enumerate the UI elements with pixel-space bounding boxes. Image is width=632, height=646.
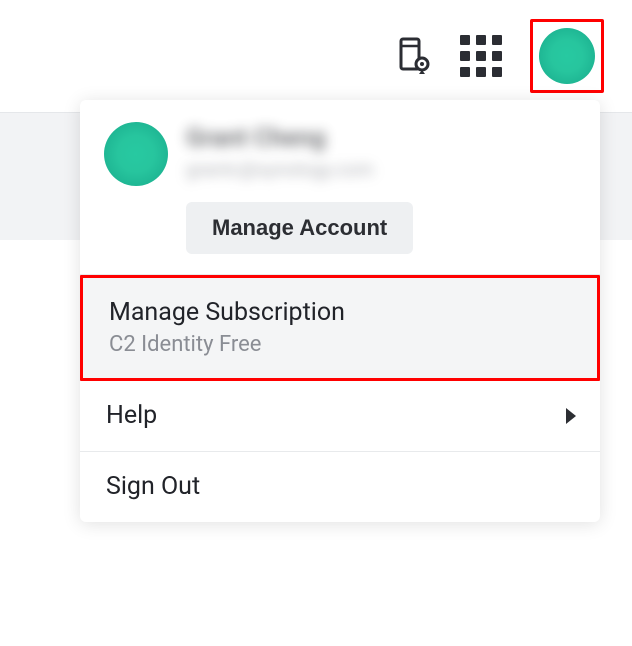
- menu-header-row: Grant Cheng grantc@synology.com: [104, 122, 576, 186]
- menu-item-help[interactable]: Help: [80, 381, 600, 452]
- user-avatar-button[interactable]: [530, 19, 604, 93]
- menu-item-text: Manage Subscription C2 Identity Free: [109, 298, 345, 358]
- user-menu-dropdown: Grant Cheng grantc@synology.com Manage A…: [80, 100, 600, 522]
- top-toolbar: [0, 0, 632, 113]
- device-location-svg: [397, 37, 431, 75]
- device-location-icon[interactable]: [396, 36, 432, 76]
- grid-icon-shape: [460, 35, 502, 77]
- manage-account-wrap: Manage Account: [186, 202, 576, 254]
- menu-item-label: Help: [106, 401, 157, 431]
- apps-grid-icon[interactable]: [460, 33, 502, 79]
- menu-item-manage-subscription[interactable]: Manage Subscription C2 Identity Free: [80, 275, 600, 381]
- chevron-right-icon: [566, 408, 576, 424]
- user-name: Grant Cheng: [186, 124, 374, 154]
- menu-user-meta: Grant Cheng grantc@synology.com: [186, 122, 374, 183]
- manage-account-button[interactable]: Manage Account: [186, 202, 413, 254]
- menu-item-subtext: C2 Identity Free: [109, 332, 345, 358]
- menu-avatar-icon: [104, 122, 168, 186]
- user-email: grantc@synology.com: [186, 158, 374, 183]
- menu-item-label: Manage Subscription: [109, 298, 345, 328]
- menu-item-sign-out[interactable]: Sign Out: [80, 452, 600, 522]
- menu-header: Grant Cheng grantc@synology.com Manage A…: [80, 100, 600, 275]
- menu-item-label: Sign Out: [106, 472, 200, 502]
- user-avatar-icon: [539, 28, 595, 84]
